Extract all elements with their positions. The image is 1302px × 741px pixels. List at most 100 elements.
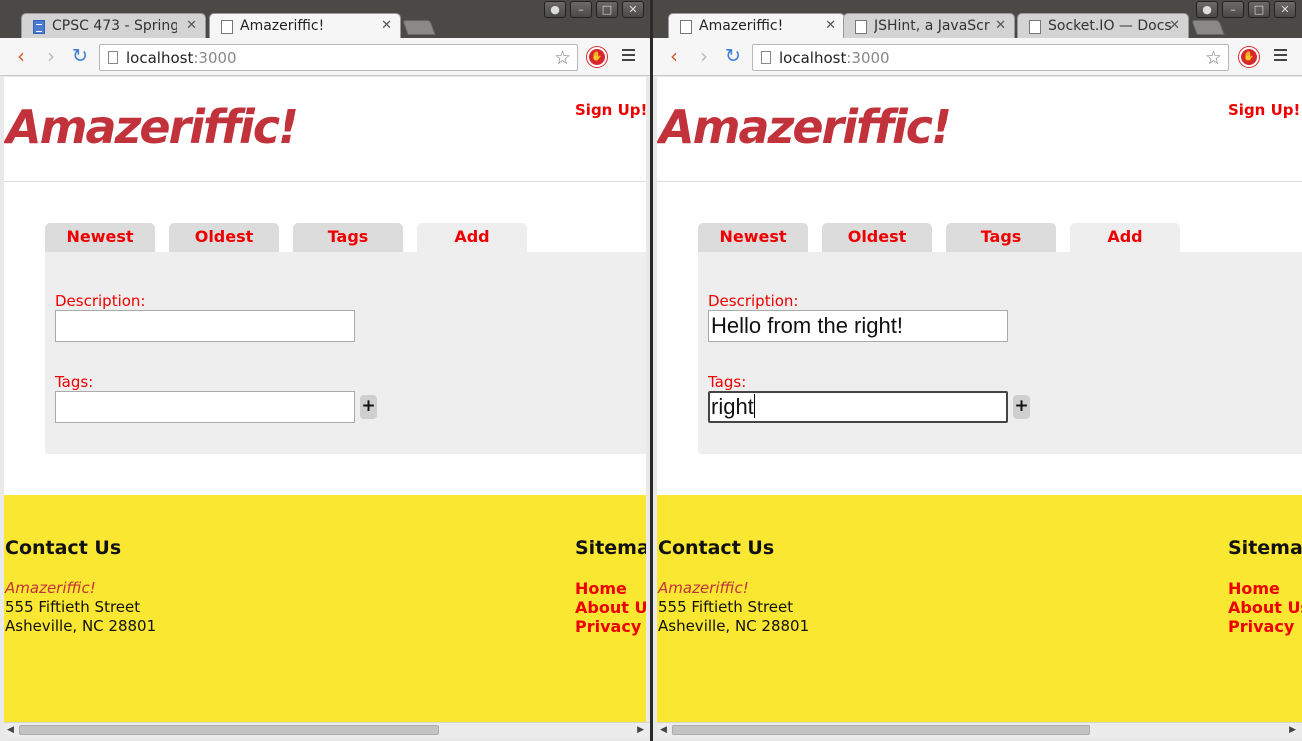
browser-tab-amazeriffic[interactable]: Amazeriffic! ✕: [209, 13, 401, 39]
tab-newest[interactable]: Newest: [45, 223, 155, 253]
tab-tags[interactable]: Tags: [293, 223, 403, 253]
description-label: Description:: [708, 292, 799, 310]
address-bar[interactable]: localhost:3000 ☆: [752, 44, 1229, 71]
close-icon[interactable]: ✕: [381, 18, 392, 33]
tab-title: Amazeriffic!: [699, 18, 784, 34]
signup-link[interactable]: Sign Up!: [575, 101, 646, 119]
maximize-button[interactable]: □: [1248, 1, 1270, 18]
scroll-right-arrow-icon[interactable]: ▶: [1289, 725, 1296, 735]
signup-link-wrapper: Sign Up!|: [575, 101, 646, 119]
browser-toolbar: ‹ › ↻ localhost:3000 ☆ ✋: [653, 38, 1302, 76]
reload-icon[interactable]: ↻: [69, 46, 91, 68]
site-logo[interactable]: Amazeriffic!: [6, 100, 299, 154]
tags-input[interactable]: [55, 391, 355, 423]
reload-icon[interactable]: ↻: [722, 46, 744, 68]
tab-title: CPSC 473 - Spring 20: [52, 18, 177, 34]
horizontal-scrollbar[interactable]: ◀ ▶: [657, 722, 1302, 737]
site-header: Amazeriffic! Sign Up!|: [657, 77, 1302, 182]
address-line1: 555 Fiftieth Street: [658, 598, 794, 616]
add-tag-button[interactable]: +: [360, 395, 377, 419]
browser-tab-amazeriffic[interactable]: Amazeriffic! ✕: [668, 13, 845, 39]
page-icon: [1029, 20, 1041, 34]
url-host: localhost: [126, 49, 194, 67]
bookmark-star-icon[interactable]: ☆: [554, 47, 571, 69]
tags-input[interactable]: right: [708, 391, 1008, 423]
contact-heading: Contact Us: [658, 537, 775, 559]
close-icon[interactable]: ✕: [1169, 18, 1180, 33]
page-viewport: Amazeriffic! Sign Up!| Newest Oldest Tag…: [4, 77, 646, 722]
site-footer: Contact Us Amazeriffic! 555 Fiftieth Str…: [4, 495, 646, 722]
menu-icon[interactable]: [622, 49, 635, 61]
minimize-button[interactable]: –: [570, 1, 592, 18]
close-icon[interactable]: ✕: [186, 18, 197, 33]
sitemap-link-home[interactable]: Home: [575, 579, 646, 598]
browser-tab-cpsc[interactable]: CPSC 473 - Spring 20 ✕: [21, 13, 206, 39]
site-logo[interactable]: Amazeriffic!: [659, 100, 952, 154]
description-input[interactable]: [55, 310, 355, 342]
tab-strip: CPSC 473 - Spring 20 ✕ Amazeriffic! ✕ ● …: [0, 0, 650, 39]
tab-strip: Amazeriffic! ✕ JSHint, a JavaScr ✕ Socke…: [653, 0, 1302, 39]
maximize-button[interactable]: □: [596, 1, 618, 18]
horizontal-scrollbar[interactable]: ◀ ▶: [4, 722, 650, 737]
signup-link[interactable]: Sign Up!: [1228, 101, 1300, 119]
description-label: Description:: [55, 292, 146, 310]
scroll-left-arrow-icon[interactable]: ◀: [660, 725, 667, 735]
page-icon: [761, 51, 771, 64]
new-tab-button[interactable]: [1191, 20, 1225, 35]
address-line2: Asheville, NC 28801: [658, 617, 810, 635]
tab-tags[interactable]: Tags: [946, 223, 1056, 253]
sitemap-link-home[interactable]: Home: [1228, 579, 1302, 598]
page-icon: [855, 20, 867, 34]
page-icon: [108, 51, 118, 64]
description-input[interactable]: Hello from the right!: [708, 310, 1008, 342]
scroll-left-arrow-icon[interactable]: ◀: [7, 725, 14, 735]
page-viewport: Amazeriffic! Sign Up!| Newest Oldest Tag…: [657, 77, 1302, 722]
scrollbar-thumb[interactable]: [19, 725, 439, 735]
sitemap-link-about[interactable]: About Us: [1228, 598, 1302, 617]
browser-tab-jshint[interactable]: JSHint, a JavaScr ✕: [843, 13, 1015, 39]
tab-add[interactable]: Add: [1070, 223, 1180, 254]
forward-arrow-icon[interactable]: ›: [693, 46, 715, 68]
minimize-button[interactable]: –: [1222, 1, 1244, 18]
sitemap-link-privacy[interactable]: Privacy: [1228, 617, 1302, 636]
address-block: Amazeriffic! 555 Fiftieth Street Ashevil…: [5, 579, 156, 636]
address-brand: Amazeriffic!: [5, 579, 96, 597]
forward-arrow-icon[interactable]: ›: [40, 46, 62, 68]
bookmark-star-icon[interactable]: ☆: [1205, 47, 1222, 69]
adblock-icon[interactable]: ✋: [587, 47, 607, 67]
close-icon[interactable]: ✕: [995, 18, 1006, 33]
back-arrow-icon[interactable]: ‹: [10, 46, 32, 68]
address-line2: Asheville, NC 28801: [5, 617, 157, 635]
site-footer: Contact Us Amazeriffic! 555 Fiftieth Str…: [657, 495, 1302, 722]
browser-window-right: Amazeriffic! ✕ JSHint, a JavaScr ✕ Socke…: [653, 0, 1302, 741]
add-tag-button[interactable]: +: [1013, 395, 1030, 419]
sitemap-link-privacy[interactable]: Privacy: [575, 617, 646, 636]
url-port: :3000: [193, 49, 237, 67]
address-brand: Amazeriffic!: [658, 579, 749, 597]
sitemap-link-about[interactable]: About Us: [575, 598, 646, 617]
user-icon[interactable]: ●: [544, 1, 566, 18]
tags-label: Tags:: [708, 373, 747, 391]
tab-add[interactable]: Add: [417, 223, 527, 254]
close-icon[interactable]: ✕: [825, 18, 836, 33]
new-tab-button[interactable]: [402, 20, 436, 35]
browser-tab-socketio[interactable]: Socket.IO — Docs ✕: [1017, 13, 1189, 39]
scroll-right-arrow-icon[interactable]: ▶: [637, 725, 644, 735]
address-line1: 555 Fiftieth Street: [5, 598, 141, 616]
url-host: localhost: [779, 49, 847, 67]
menu-icon[interactable]: [1274, 49, 1287, 61]
user-icon[interactable]: ●: [1196, 1, 1218, 18]
url-port: :3000: [846, 49, 890, 67]
google-docs-icon: [33, 20, 45, 34]
close-window-button[interactable]: ✕: [1274, 1, 1296, 18]
back-arrow-icon[interactable]: ‹: [663, 46, 685, 68]
scrollbar-thumb[interactable]: [672, 725, 1090, 735]
window-controls: ● – □ ✕: [1196, 1, 1296, 19]
tab-oldest[interactable]: Oldest: [822, 223, 932, 253]
address-bar[interactable]: localhost:3000 ☆: [99, 44, 578, 71]
sitemap-links: Home About Us Privacy: [1228, 579, 1302, 636]
tab-newest[interactable]: Newest: [698, 223, 808, 253]
tab-oldest[interactable]: Oldest: [169, 223, 279, 253]
adblock-icon[interactable]: ✋: [1239, 47, 1259, 67]
close-window-button[interactable]: ✕: [622, 1, 644, 18]
